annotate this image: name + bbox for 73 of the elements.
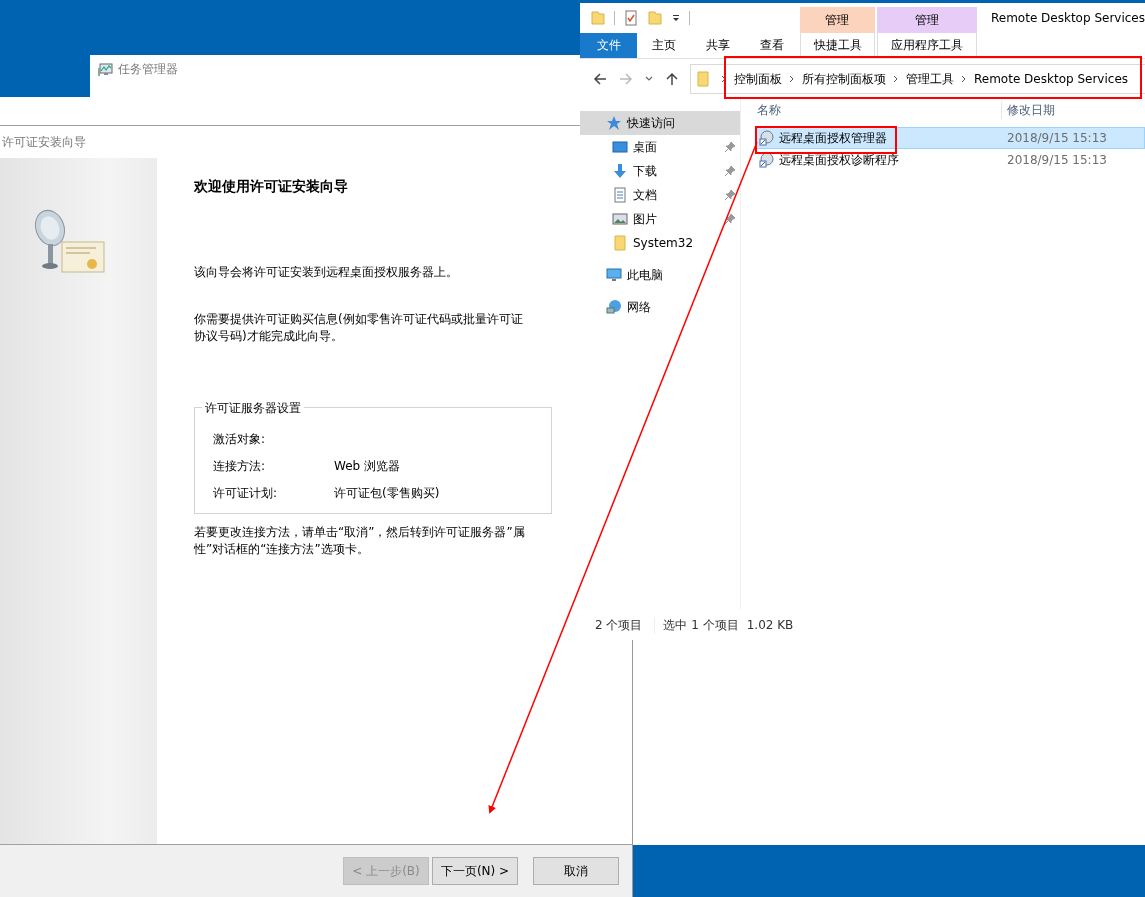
nav-item[interactable]: 快速访问 bbox=[580, 111, 740, 135]
file-date: 2018/9/15 15:13 bbox=[1006, 131, 1107, 145]
nav-item[interactable]: 此电脑 bbox=[580, 263, 740, 287]
ribbon-tab[interactable]: 查看 bbox=[745, 33, 799, 58]
file-date: 2018/9/15 15:13 bbox=[1006, 153, 1107, 167]
up-arrow-icon[interactable] bbox=[664, 71, 680, 87]
shortcut-icon bbox=[759, 152, 775, 168]
pin-icon[interactable] bbox=[724, 165, 736, 177]
breadcrumb-item[interactable]: Remote Desktop Services bbox=[974, 72, 1129, 86]
back-icon[interactable] bbox=[592, 71, 608, 87]
pin-icon[interactable] bbox=[724, 141, 736, 153]
setting-label: 连接方法: bbox=[213, 458, 267, 475]
desktop-icon bbox=[612, 139, 628, 155]
ribbon-tab[interactable]: 快捷工具 bbox=[800, 33, 875, 58]
shortcut-icon bbox=[759, 130, 775, 146]
context-tab-header: 管理 bbox=[800, 7, 875, 33]
window-title: 许可证安装向导 bbox=[2, 133, 86, 151]
pin-icon[interactable] bbox=[724, 189, 736, 201]
setting-value: Web 浏览器 bbox=[334, 458, 400, 475]
ribbon-tab[interactable]: 文件 bbox=[580, 33, 637, 58]
group-title: 许可证服务器设置 bbox=[202, 400, 304, 417]
nav-item[interactable]: System32 bbox=[580, 231, 740, 255]
nav-item[interactable]: 网络 bbox=[580, 295, 740, 319]
file-row[interactable]: 远程桌面授权诊断程序 2018/9/15 15:13 bbox=[755, 149, 1145, 171]
paragraph: 该向导会将许可证安装到远程桌面授权服务器上。 bbox=[194, 264, 459, 281]
nav-item[interactable]: 文档 bbox=[580, 183, 740, 207]
wizard-button[interactable]: 取消 bbox=[533, 857, 619, 885]
breadcrumb-item[interactable]: 控制面板 bbox=[734, 70, 782, 88]
document-icon bbox=[612, 187, 628, 203]
folder-icon bbox=[612, 235, 628, 251]
setting-value: 许可证包(零售购买) bbox=[334, 485, 440, 502]
ribbon-tab[interactable]: 共享 bbox=[691, 33, 745, 58]
window-title: Remote Desktop Services bbox=[989, 11, 1145, 27]
chevron-right-icon bbox=[721, 75, 727, 83]
file-name: 远程桌面授权管理器 bbox=[779, 129, 887, 147]
nav-item[interactable]: 桌面 bbox=[580, 135, 740, 159]
chevron-right-icon bbox=[961, 75, 967, 83]
dropdown-icon[interactable] bbox=[671, 13, 681, 23]
chevron-right-icon bbox=[789, 75, 795, 83]
address-bar[interactable]: 控制面板 所有控制面板项 管理工具 Remote Desktop Services bbox=[690, 64, 1145, 94]
window-title: 任务管理器 bbox=[118, 61, 178, 78]
network-icon bbox=[606, 299, 622, 315]
computer-icon bbox=[606, 267, 622, 283]
file-row[interactable]: 远程桌面授权管理器 2018/9/15 15:13 bbox=[755, 127, 1145, 149]
ribbon-tab[interactable]: 主页 bbox=[637, 33, 691, 58]
star-icon bbox=[606, 115, 622, 131]
breadcrumb-item[interactable]: 所有控制面板项 bbox=[802, 70, 886, 88]
properties-icon bbox=[623, 10, 639, 26]
pin-icon[interactable] bbox=[724, 213, 736, 225]
wizard-button[interactable]: 下一页(N) > bbox=[432, 857, 518, 885]
nav-item[interactable]: 图片 bbox=[580, 207, 740, 231]
column-header[interactable]: 修改日期 bbox=[1001, 101, 1055, 119]
context-tab-header: 管理 bbox=[877, 7, 977, 33]
status-text: 2 个项目 bbox=[595, 616, 656, 634]
status-text: 1.02 KB bbox=[746, 618, 794, 632]
paragraph: 若要更改连接方法，请单击“取消”，然后转到许可证服务器”属性”对话框的“连接方法”选项卡。 bbox=[194, 524, 526, 558]
chevron-right-icon bbox=[893, 75, 899, 83]
breadcrumb-item[interactable]: 管理工具 bbox=[906, 70, 954, 88]
folder-icon bbox=[695, 71, 711, 87]
wizard-heading: 欢迎使用许可证安装向导 bbox=[194, 178, 348, 196]
folder-icon bbox=[590, 10, 606, 26]
monitor-chart-icon bbox=[97, 61, 113, 78]
paragraph: 你需要提供许可证购买信息(例如零售许可证代码或批量许可证协议号码)才能完成此向导。 bbox=[194, 311, 524, 345]
file-name: 远程桌面授权诊断程序 bbox=[779, 151, 899, 169]
ribbon-tab[interactable]: 应用程序工具 bbox=[877, 33, 977, 58]
setting-label: 许可证计划: bbox=[213, 485, 279, 502]
column-header[interactable]: 名称 bbox=[741, 101, 1001, 119]
status-text: 选中 1 个项目 bbox=[663, 616, 739, 634]
nav-item[interactable]: 下载 bbox=[580, 159, 740, 183]
download-icon bbox=[612, 163, 628, 179]
picture-icon bbox=[612, 211, 628, 227]
folder-icon bbox=[647, 10, 663, 26]
setting-label: 激活对象: bbox=[213, 431, 267, 448]
